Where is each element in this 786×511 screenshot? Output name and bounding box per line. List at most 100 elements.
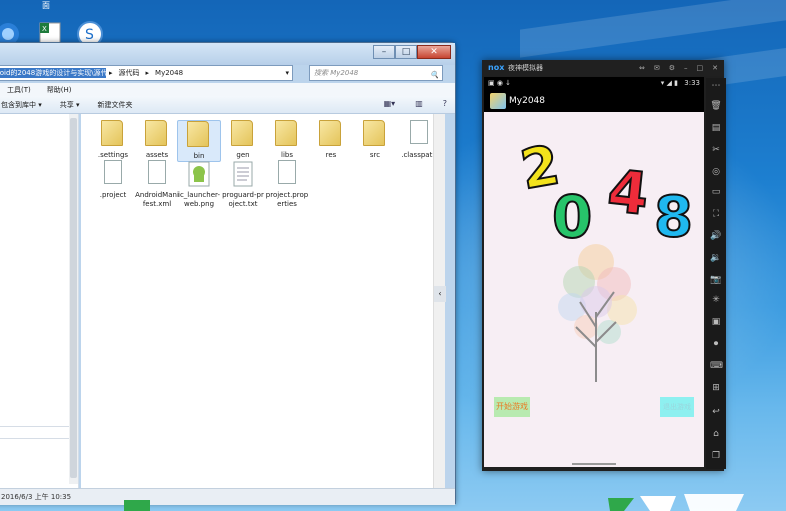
- nox-title: 夜神模拟器: [508, 64, 543, 72]
- file-item[interactable]: bin: [177, 120, 221, 162]
- app-screen[interactable]: 2 0 4 8 开始游戏 退出游戏: [484, 112, 704, 467]
- nox-sidebar: ⋯ 🗑 ▤ ✂ ◎ ▭ ⛶ 🔊 🔉 📷 ✳ ▣ ⏺ ⌨ ⊞ ↩ ⌂ ❐: [706, 78, 726, 469]
- digit-8: 8: [654, 185, 693, 250]
- recent-apps-icon[interactable]: ❐: [710, 450, 722, 462]
- chevron-right-icon[interactable]: ▸: [106, 69, 116, 77]
- navigation-pane[interactable]: [0, 114, 79, 488]
- exit-game-button[interactable]: 退出游戏: [660, 397, 694, 417]
- file-item[interactable]: .settings: [91, 120, 135, 160]
- help-icon[interactable]: ?: [443, 99, 447, 108]
- search-icon[interactable]: 🔍: [430, 68, 439, 82]
- menu-tools[interactable]: 工具(T): [7, 85, 31, 95]
- keyboard-map-icon[interactable]: ⌨: [710, 360, 723, 372]
- file-item[interactable]: res: [309, 120, 353, 160]
- file-item[interactable]: gen: [221, 120, 265, 160]
- folder-icon: [101, 120, 125, 148]
- game-artwork: 2 0 4 8: [515, 132, 694, 382]
- minimize-button[interactable]: –: [684, 60, 688, 76]
- status-bar: 2016/6/3 上午 10:35: [0, 488, 455, 505]
- document-icon: [145, 160, 169, 188]
- start-game-button[interactable]: 开始游戏: [494, 397, 530, 417]
- close-button[interactable]: ✕: [712, 60, 718, 76]
- home-icon[interactable]: ⌂: [710, 428, 722, 440]
- folder-icon: [275, 120, 299, 148]
- scroll-thumb[interactable]: [70, 118, 77, 478]
- back-icon[interactable]: ↩: [710, 406, 722, 418]
- address-segment[interactable]: My2048: [152, 69, 186, 77]
- close-button[interactable]: ✕: [417, 45, 451, 59]
- android-status-bar: ▣ ◉ ↓ 3:33 ▾ ◢ ▮: [484, 77, 704, 90]
- file-item[interactable]: ic_launcher-web.png: [177, 160, 221, 209]
- mail-icon[interactable]: ✉: [654, 60, 660, 76]
- file-item[interactable]: AndroidManifest.xml: [135, 160, 179, 209]
- scissors-icon[interactable]: ✂: [710, 144, 722, 156]
- svg-text:S: S: [85, 27, 94, 43]
- more-icon[interactable]: ⋯: [710, 80, 722, 92]
- menu-bar: 工具(T) 帮助(H): [0, 83, 455, 96]
- text-file-icon: [231, 160, 255, 188]
- taskbar-item[interactable]: [124, 500, 150, 511]
- file-name: res: [325, 151, 337, 159]
- file-item[interactable]: libs: [265, 120, 309, 160]
- nav-scrollbar[interactable]: [69, 114, 78, 484]
- apk-icon[interactable]: ▤: [710, 122, 722, 134]
- location-icon[interactable]: ◎: [710, 166, 722, 178]
- file-item[interactable]: proguard-project.txt: [221, 160, 265, 209]
- file-item[interactable]: src: [353, 120, 397, 160]
- app-title: My2048: [509, 96, 545, 106]
- folder-icon: [145, 120, 169, 148]
- nox-titlebar[interactable]: nox 夜神模拟器 ⇔ ✉ ⚙ – □ ✕: [482, 60, 724, 76]
- address-segment[interactable]: 源代码: [116, 68, 143, 78]
- shake-icon[interactable]: ✳: [710, 294, 722, 306]
- new-folder-button[interactable]: 新建文件夹: [98, 100, 133, 110]
- chevron-left-icon[interactable]: ‹: [434, 286, 446, 302]
- preview-pane-icon[interactable]: ▥: [415, 99, 423, 108]
- digit-4: 4: [605, 157, 652, 229]
- record-icon[interactable]: ⏺: [710, 338, 722, 350]
- content-scrollbar[interactable]: ‹: [433, 114, 446, 488]
- add-icon[interactable]: ⊞: [710, 382, 722, 394]
- app-action-bar: My2048: [484, 90, 704, 112]
- multi-instance-icon[interactable]: ▣: [710, 316, 722, 328]
- explorer-window: – □ ✕ roid的2048游戏的设计与实现\源代码 ▸ 源代码 ▸ My20…: [0, 42, 456, 505]
- screen-icon[interactable]: ▭: [710, 186, 722, 198]
- view-options-icon[interactable]: ▦▾: [384, 99, 396, 108]
- volume-down-icon[interactable]: 🔉: [710, 252, 722, 264]
- divider: [0, 438, 69, 439]
- fullscreen-icon[interactable]: ⛶: [710, 208, 722, 220]
- maximize-button[interactable]: □: [395, 45, 417, 59]
- nox-logo: nox: [488, 63, 505, 72]
- address-bar[interactable]: roid的2048游戏的设计与实现\源代码 ▸ 源代码 ▸ My2048 ▾: [0, 65, 293, 81]
- desktop-stripe: [520, 0, 786, 58]
- address-segment[interactable]: roid的2048游戏的设计与实现\源代码: [0, 68, 106, 78]
- file-item[interactable]: project.properties: [265, 160, 309, 209]
- minimize-button[interactable]: –: [373, 45, 395, 59]
- gear-icon[interactable]: ⚙: [669, 60, 675, 76]
- address-dropdown-icon[interactable]: ▾: [282, 69, 292, 77]
- folder-icon: [187, 121, 211, 149]
- chevron-right-icon[interactable]: ▸: [143, 69, 153, 77]
- keyboard-icon[interactable]: ⇔: [639, 60, 645, 76]
- file-list[interactable]: .settings assets bin gen libs res src .classpat…: [81, 114, 437, 488]
- document-icon: [101, 160, 125, 188]
- file-item[interactable]: assets: [135, 120, 179, 160]
- include-in-library-button[interactable]: 包含到库中 ▾: [1, 100, 42, 110]
- maximize-button[interactable]: □: [697, 60, 704, 76]
- menu-help[interactable]: 帮助(H): [47, 85, 72, 95]
- document-icon: [275, 160, 299, 188]
- file-name: proguard-project.txt: [222, 191, 264, 208]
- brand-logo: [608, 494, 744, 511]
- camera-icon[interactable]: 📷: [710, 274, 722, 286]
- home-indicator: [572, 463, 616, 465]
- file-name: .settings: [97, 151, 129, 159]
- digit-0: 0: [552, 183, 592, 251]
- trash-icon[interactable]: 🗑: [710, 100, 722, 112]
- search-input[interactable]: 搜索 My2048 🔍: [309, 65, 443, 81]
- share-button[interactable]: 共享 ▾: [60, 100, 80, 110]
- search-placeholder: 搜索 My2048: [314, 69, 359, 77]
- android-icon: [187, 160, 211, 188]
- explorer-titlebar[interactable]: – □ ✕: [0, 43, 455, 65]
- volume-up-icon[interactable]: 🔊: [710, 230, 722, 242]
- status-date: 2016/6/3 上午 10:35: [1, 493, 72, 501]
- file-item[interactable]: .project: [91, 160, 135, 200]
